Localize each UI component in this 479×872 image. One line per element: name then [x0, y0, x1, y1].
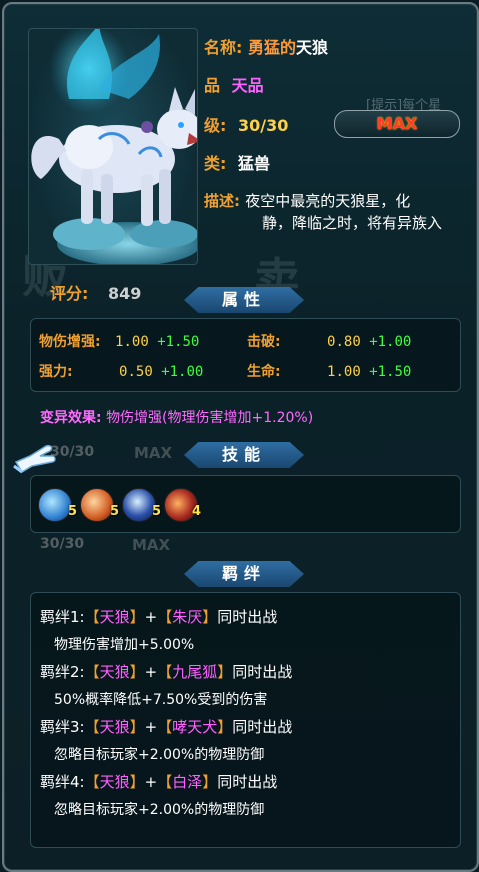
skill-level: 4 [192, 504, 202, 519]
pet-level-label: 级: [204, 116, 227, 135]
pet-level-value: 30/30 [237, 116, 289, 135]
skill-level: 5 [152, 504, 162, 519]
bond-label: 羁绊4: [40, 773, 85, 791]
pet-score-row: 评分: 849 [50, 280, 141, 304]
bond-pet-a: 天狼 [99, 663, 130, 681]
pet-type-label: 类: [204, 154, 227, 173]
wind-blade-icon[interactable] [38, 488, 72, 522]
bond-suffix: 同时出战 [217, 773, 278, 791]
pet-grade-value: 天品 [231, 76, 264, 95]
bond-row-3: 羁绊3:【天狼】+【哮天犬】同时出战 [40, 718, 293, 736]
bond-pet-b: 九尾狐 [172, 663, 218, 681]
bonds-header: 羁绊 [184, 561, 304, 587]
attr-value: 1.00 [327, 364, 361, 380]
bond-pet-b: 白泽 [172, 773, 203, 791]
pet-desc-line1: 夜空中最亮的天狼星，化 [245, 192, 411, 210]
mutation-effect-row: 变异效果: 物伤增强(物理伤害增加+1.20%) [40, 407, 313, 427]
attr-bonus: +1.50 [157, 334, 200, 350]
attributes-header: 属性 [184, 287, 304, 313]
bond-label: 羁绊3: [40, 718, 85, 736]
bond-row-4: 羁绊4:【天狼】+【白泽】同时出战 [40, 773, 278, 791]
max-level-badge: MAX [334, 110, 460, 138]
wolf-portrait-image [31, 29, 197, 264]
bond-effect-1: 物理伤害增加+5.00% [54, 637, 195, 653]
pet-name: 天狼 [296, 38, 329, 57]
pet-portrait [28, 28, 198, 265]
pet-name-row: 名称: 勇猛的天狼 [204, 34, 328, 58]
attr-label: 击破: [247, 334, 281, 350]
shadow-wolf-icon[interactable] [122, 488, 156, 522]
attr-bonus: +1.00 [161, 364, 204, 380]
bond-label: 羁绊2: [40, 663, 85, 681]
pet-desc-line2-text: 静，降临之时，将有异族入 [262, 214, 443, 232]
bond-suffix: 同时出战 [217, 608, 278, 626]
pet-grade-row: 品 天品 [204, 72, 264, 96]
bond-pet-a: 天狼 [99, 718, 130, 736]
attr-value: 0.80 [327, 334, 361, 350]
pet-type-row: 类: 猛兽 [204, 150, 270, 174]
pet-desc-row: 描述: 夜空中最亮的天狼星，化 [204, 190, 410, 211]
bond-row-1: 羁绊1:【天狼】+【朱厌】同时出战 [40, 608, 278, 626]
pet-score-value: 849 [107, 284, 142, 303]
pet-name-label: 名称: [204, 38, 243, 57]
attr-bonus: +1.00 [369, 334, 412, 350]
pet-level-row: 级: 30/30 [204, 112, 288, 136]
attributes-box: 物伤增强: 1.00 +1.50 击破: 0.80 +1.00 强力: 0.50… [30, 318, 461, 392]
bond-pet-a: 天狼 [99, 608, 130, 626]
background-max-text: MAX [134, 444, 173, 462]
bond-suffix: 同时出战 [232, 663, 293, 681]
attr-bonus: +1.50 [369, 364, 412, 380]
mutation-value: 物伤增强(物理伤害增加+1.20%) [106, 410, 314, 426]
bond-effect-2: 50%概率降低+7.50%受到的伤害 [54, 692, 268, 708]
pet-detail-panel: [提示]每个星 贩 卖 30/30 MAX 30/30 MAX 名称: 勇猛的天… [2, 2, 479, 872]
hand-pointer-icon [13, 444, 56, 474]
bond-label: 羁绊1: [40, 608, 85, 626]
mutation-label: 变异效果: [40, 410, 102, 426]
skill-level: 5 [68, 504, 78, 519]
bond-pet-b: 朱厌 [172, 608, 203, 626]
background-level-text-2: 30/30 [40, 536, 85, 552]
pet-grade-label: 品 [204, 76, 221, 95]
attr-label: 物伤增强: [39, 334, 101, 350]
background-max-text-2: MAX [132, 536, 171, 554]
skill-level: 5 [110, 504, 120, 519]
pet-desc-label: 描述: [204, 192, 240, 210]
skills-header: 技能 [184, 442, 304, 468]
bond-pet-a: 天狼 [99, 773, 130, 791]
attr-life: 生命: 1.00 +1.50 [247, 361, 411, 381]
fire-claw-icon[interactable] [80, 488, 114, 522]
attr-phys-boost: 物伤增强: 1.00 +1.50 [39, 331, 199, 351]
pet-type-value: 猛兽 [237, 154, 270, 173]
bond-pet-b: 哮天犬 [172, 718, 218, 736]
attr-value: 0.50 [119, 364, 153, 380]
bond-effect-4: 忽略目标玩家+2.00%的物理防御 [54, 802, 265, 818]
attr-label: 强力: [39, 364, 73, 380]
bond-suffix: 同时出战 [232, 718, 293, 736]
attr-power: 强力: 0.50 +1.00 [39, 361, 203, 381]
attr-break: 击破: 0.80 +1.00 [247, 331, 411, 351]
pet-desc-line2: 静，降临之时，将有异族入 [262, 212, 442, 233]
bond-effect-3: 忽略目标玩家+2.00%的物理防御 [54, 747, 265, 763]
pet-score-label: 评分: [50, 284, 89, 303]
bond-row-2: 羁绊2:【天狼】+【九尾狐】同时出战 [40, 663, 293, 681]
pet-name-prefix: 勇猛的 [247, 38, 296, 57]
attr-label: 生命: [247, 364, 281, 380]
attr-value: 1.00 [115, 334, 149, 350]
